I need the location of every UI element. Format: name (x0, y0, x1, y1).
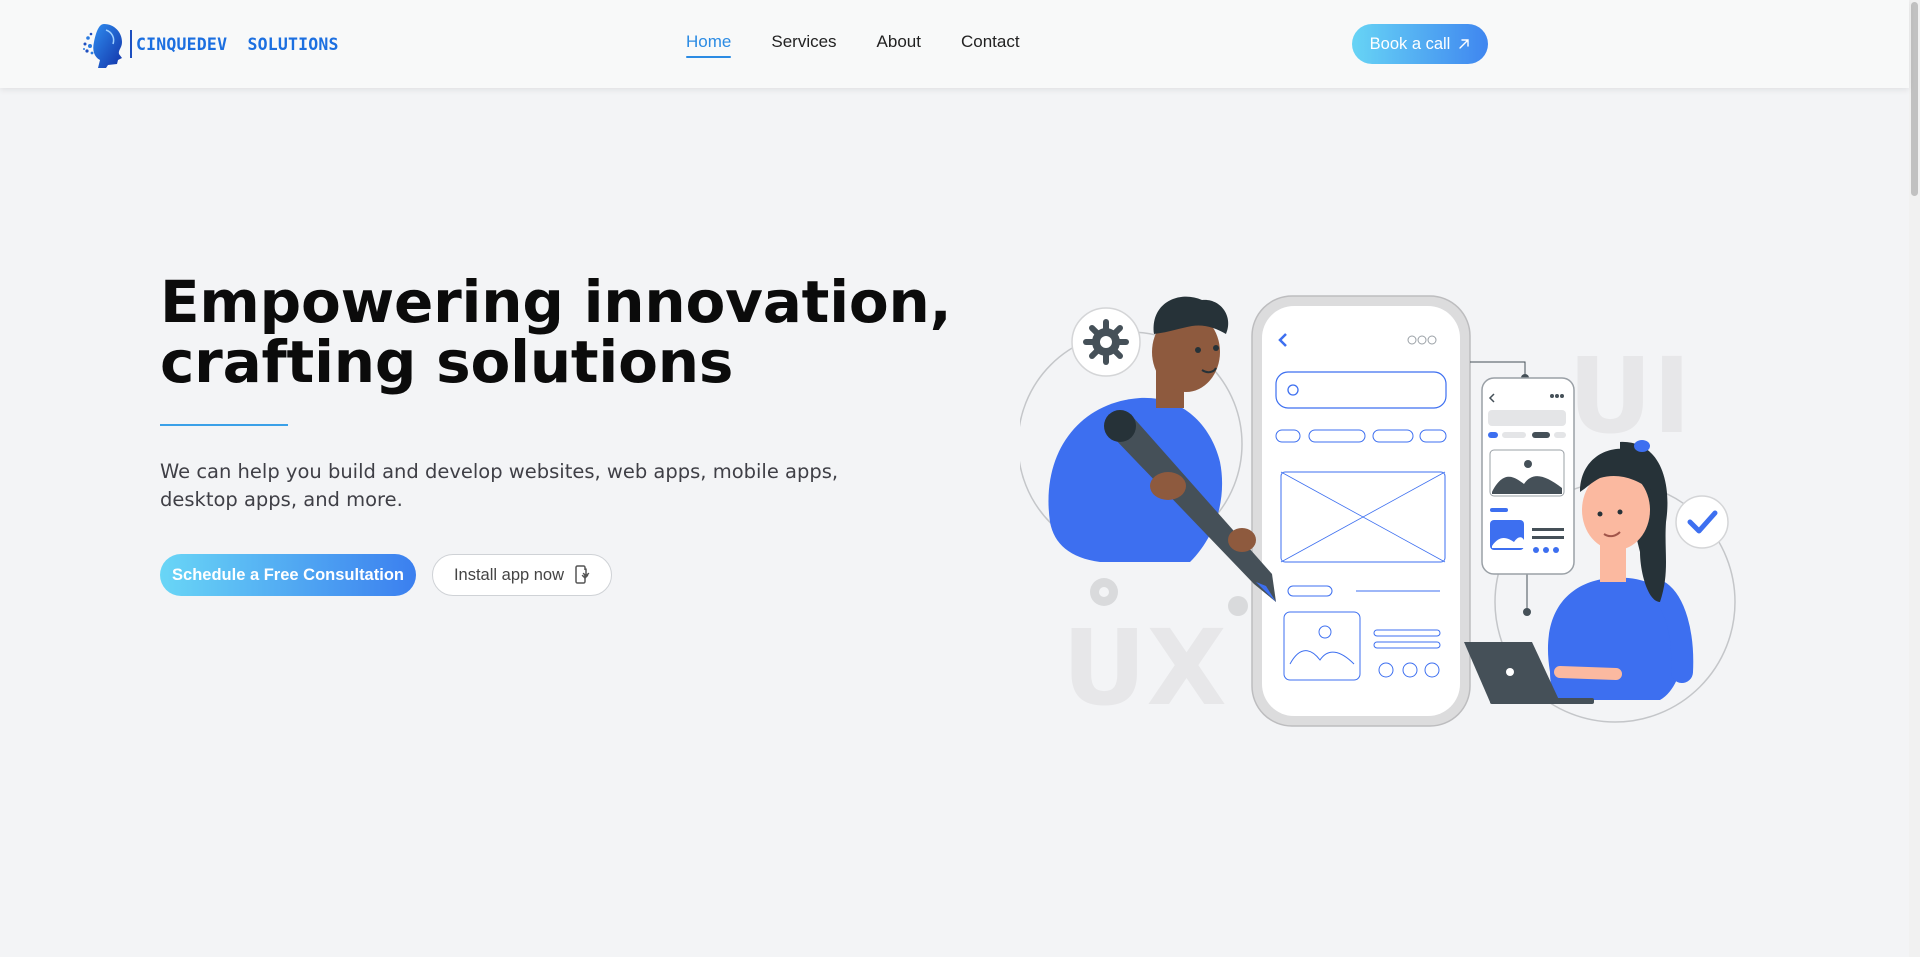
connector-line (1470, 361, 1526, 376)
main-phone-mockup (1251, 295, 1471, 727)
logo[interactable]: CINQUEDEV SOLUTIONS (82, 20, 339, 68)
page-scrollbar[interactable] (1909, 0, 1920, 957)
hero-divider (160, 424, 288, 426)
nav-link-about[interactable]: About (877, 32, 921, 58)
install-app-button[interactable]: Install app now (432, 554, 612, 596)
install-app-label: Install app now (453, 565, 565, 584)
gear-icon (1071, 307, 1141, 377)
logo-divider (130, 30, 132, 58)
arrow-up-right-icon (1459, 39, 1470, 49)
nav-link-services[interactable]: Services (771, 32, 836, 58)
site-header: CINQUEDEV SOLUTIONS Home Services About … (0, 0, 1909, 88)
hero-illustration: UX UI (1020, 295, 1736, 729)
watermark-ui: UI (1568, 335, 1691, 457)
logo-head-icon (83, 24, 122, 68)
scrollbar-thumb[interactable] (1911, 2, 1918, 196)
install-phone-icon (575, 565, 590, 584)
main-nav: Home Services About Contact (686, 32, 1060, 58)
small-phone-mockup (1481, 377, 1575, 575)
hero-title-line-2: crafting solutions (160, 328, 734, 396)
hero-subtitle: We can help you build and develop websit… (160, 460, 839, 511)
nav-link-contact[interactable]: Contact (961, 32, 1020, 58)
nav-link-home[interactable]: Home (686, 32, 732, 58)
hero-title: Empowering innovation, crafting solution… (160, 272, 960, 392)
logo-text: CINQUEDEV SOLUTIONS (136, 34, 339, 54)
check-icon (1675, 495, 1729, 549)
book-a-call-label: Book a call (1369, 34, 1451, 53)
watermark-ux: UX (1062, 607, 1227, 729)
schedule-consultation-button[interactable]: Schedule a Free Consultation (160, 554, 416, 596)
book-a-call-button[interactable]: Book a call (1352, 24, 1488, 64)
hero-title-line-1: Empowering innovation, (160, 268, 952, 336)
